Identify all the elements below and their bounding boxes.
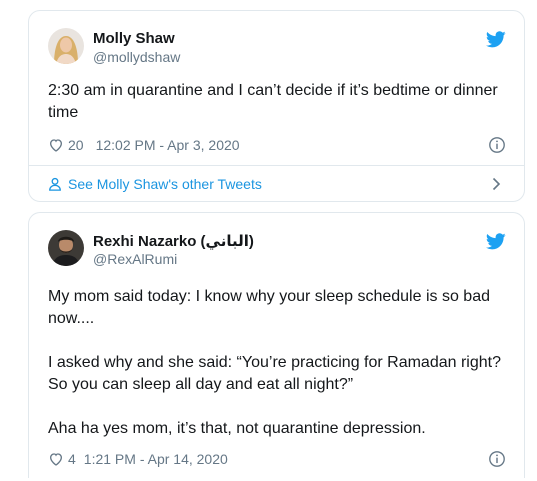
author-handle[interactable]: @mollydshaw (93, 49, 180, 65)
chevron-right-icon[interactable] (492, 177, 501, 191)
tweet-meta: 20 12:02 PM - Apr 3, 2020 (48, 135, 506, 155)
info-icon[interactable] (488, 136, 506, 154)
info-icon[interactable] (488, 450, 506, 468)
timestamp[interactable]: 1:21 PM - Apr 14, 2020 (84, 451, 228, 467)
tweet-header: Rexhi Nazarko (الباني) @RexAlRumi (48, 230, 506, 270)
tweet-card[interactable]: Rexhi Nazarko (الباني) @RexAlRumi My mom… (28, 212, 525, 478)
twitter-bird-icon[interactable] (486, 233, 506, 250)
avatar[interactable] (48, 230, 84, 266)
tweet-paragraph: I asked why and she said: “You’re practi… (48, 354, 501, 393)
like-count[interactable]: 4 (68, 451, 76, 467)
heart-icon[interactable] (48, 451, 64, 467)
like-count[interactable]: 20 (68, 137, 84, 153)
see-other-tweets-label[interactable]: See Molly Shaw's other Tweets (68, 176, 262, 192)
timestamp[interactable]: 12:02 PM - Apr 3, 2020 (96, 137, 240, 153)
tweet-paragraph: 2:30 am in quarantine and I can’t decide… (48, 82, 498, 121)
tweet-meta: 4 1:21 PM - Apr 14, 2020 (48, 449, 506, 469)
avatar[interactable] (48, 28, 84, 64)
tweet-header: Molly Shaw @mollydshaw (48, 28, 506, 68)
author-name[interactable]: Rexhi Nazarko (الباني) (93, 232, 254, 250)
heart-icon[interactable] (48, 137, 64, 153)
author-handle[interactable]: @RexAlRumi (93, 251, 177, 267)
tweet-text: My mom said today: I know why your sleep… (48, 286, 506, 440)
divider (29, 165, 524, 166)
tweet-card[interactable]: Molly Shaw @mollydshaw 2:30 am in quaran… (28, 10, 525, 202)
person-icon (49, 177, 61, 191)
author-name[interactable]: Molly Shaw (93, 30, 175, 47)
tweet-text: 2:30 am in quarantine and I can’t decide… (48, 80, 506, 124)
see-other-tweets-link[interactable]: See Molly Shaw's other Tweets (48, 173, 506, 195)
tweet-paragraph: My mom said today: I know why your sleep… (48, 288, 490, 327)
tweet-paragraph: Aha ha yes mom, it’s that, not quarantin… (48, 420, 426, 437)
twitter-bird-icon[interactable] (486, 31, 506, 48)
